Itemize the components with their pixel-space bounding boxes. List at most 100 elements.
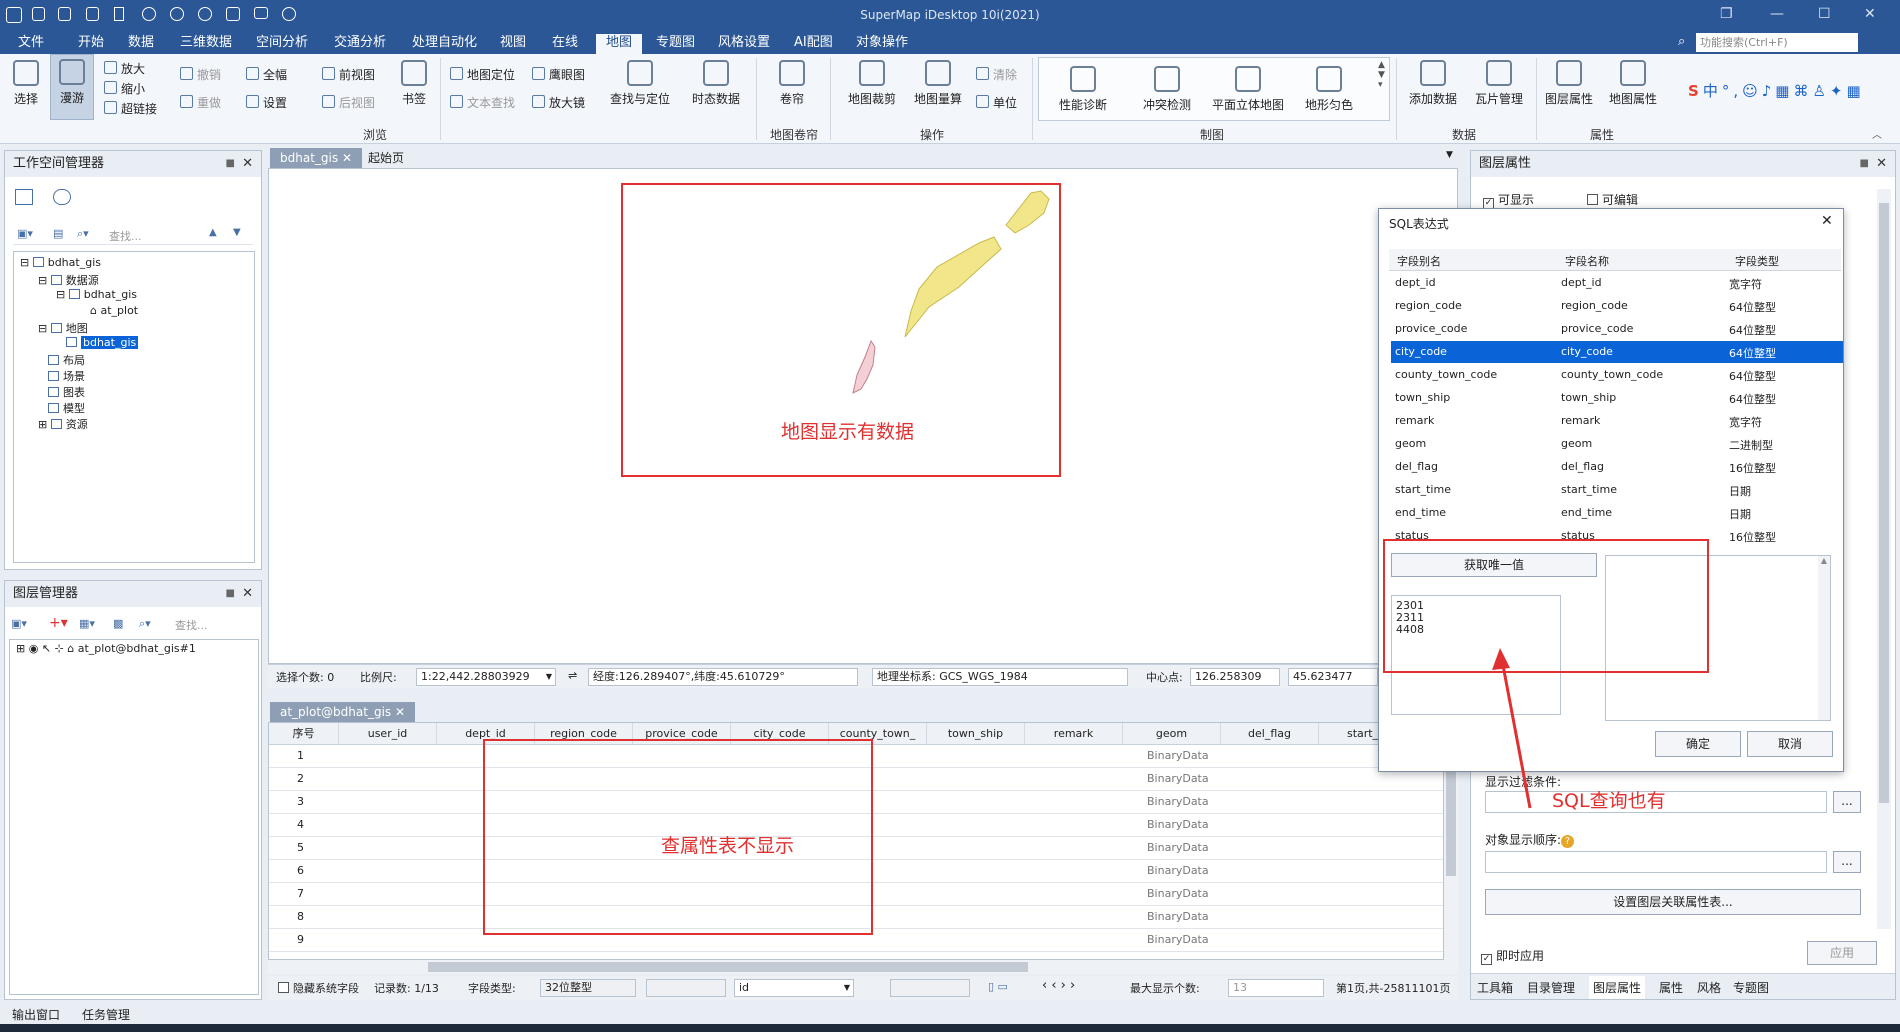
undo-button[interactable]: 撤销: [180, 66, 221, 83]
full-extent-button[interactable]: 全幅: [246, 66, 287, 83]
field-row[interactable]: del_flag del_flag 16位整型: [1391, 456, 1843, 478]
bookmark-button[interactable]: 书签: [392, 56, 436, 107]
field-row[interactable]: end_time end_time 日期: [1391, 502, 1843, 524]
menu-ai-map[interactable]: AI配图: [790, 34, 837, 54]
scale-select[interactable]: 1:22,442.28803929 ▼: [416, 668, 556, 686]
layer-open-icon[interactable]: ▣▾: [11, 617, 27, 630]
col-header-remark[interactable]: remark: [1025, 723, 1123, 745]
table-horizontal-scrollbar[interactable]: [268, 960, 1458, 974]
map-props-button[interactable]: 地图属性: [1602, 56, 1664, 107]
snap-icon[interactable]: ⊹: [55, 642, 64, 655]
tile-manage-button[interactable]: 瓦片管理: [1468, 56, 1530, 107]
coord-swap-icon[interactable]: ⇌: [568, 669, 577, 682]
help-icon[interactable]: ?: [1561, 835, 1575, 848]
field-row[interactable]: geom geom 二进制型: [1391, 433, 1843, 455]
layer-group-icon[interactable]: ▦▾: [79, 617, 95, 630]
search-icon[interactable]: ⌕▾: [139, 617, 151, 631]
tab-map[interactable]: bdhat_gis ✕: [270, 148, 362, 168]
maximize-icon[interactable]: ☐: [1818, 6, 1831, 22]
tab-menu-icon[interactable]: ▼: [1446, 150, 1453, 160]
tab-output-window[interactable]: 输出窗口: [12, 1006, 60, 1023]
find-locate-button[interactable]: 查找与定位: [604, 56, 676, 107]
function-search-input[interactable]: 功能搜索(Ctrl+F): [1696, 33, 1858, 52]
menu-online[interactable]: 在线: [548, 34, 582, 54]
dialog-close-icon[interactable]: ✕: [1821, 213, 1833, 229]
editable-checkbox[interactable]: 可编辑: [1587, 191, 1638, 208]
map-measure-button[interactable]: 地图量算: [908, 56, 968, 107]
field-row[interactable]: dept_id dept_id 宽字符: [1391, 272, 1843, 294]
col-header-geom[interactable]: geom: [1123, 723, 1221, 745]
save-icon[interactable]: ▤: [53, 227, 63, 240]
tab-toolbox[interactable]: 工具箱: [1477, 979, 1513, 996]
tree-models-node[interactable]: 模型: [48, 400, 85, 416]
menu-automation[interactable]: 处理自动化: [408, 34, 481, 54]
flat-3d-map-button[interactable]: 平面立体地图: [1206, 62, 1290, 113]
field-row[interactable]: provice_code provice_code 64位整型: [1391, 318, 1843, 340]
close-panel-icon[interactable]: ✕: [242, 581, 253, 607]
tab-properties[interactable]: 属性: [1659, 979, 1683, 996]
scroll-up-icon[interactable]: ▲: [209, 227, 217, 238]
tab-start-page[interactable]: 起始页: [358, 148, 414, 168]
tab-catalog[interactable]: 目录管理: [1527, 979, 1575, 996]
assoc-attr-table-button[interactable]: 设置图层关联属性表...: [1485, 889, 1861, 915]
panel-scrollbar[interactable]: [1877, 189, 1891, 929]
close-icon[interactable]: ✕: [1864, 6, 1876, 22]
center-y-input[interactable]: 45.623477: [1288, 668, 1378, 686]
menu-view[interactable]: 视图: [496, 34, 530, 54]
performance-diagnosis-button[interactable]: 性能诊断: [1050, 62, 1116, 113]
visible-checkbox[interactable]: ✓ 可显示: [1483, 191, 1534, 209]
field-row[interactable]: remark remark 宽字符: [1391, 410, 1843, 432]
workspace-search-input[interactable]: 查找...: [109, 228, 142, 244]
expand-icon[interactable]: ⊞: [16, 642, 25, 655]
magnifier-button[interactable]: 放大镜: [532, 94, 585, 111]
menu-spatial-analysis[interactable]: 空间分析: [252, 34, 312, 54]
collapse-ribbon-icon[interactable]: ︿: [1872, 126, 1882, 141]
menu-start[interactable]: 开始: [74, 34, 108, 54]
field-row[interactable]: region_code region_code 64位整型: [1391, 295, 1843, 317]
hyperlink-button[interactable]: 超链接: [104, 100, 157, 117]
menu-traffic-analysis[interactable]: 交通分析: [330, 34, 390, 54]
tree-map-node[interactable]: bdhat_gis: [66, 336, 139, 349]
tree-scenes-node[interactable]: 场景: [48, 368, 85, 384]
close-panel-icon[interactable]: ✕: [242, 151, 253, 177]
crs-readout[interactable]: 地理坐标系: GCS_WGS_1984: [872, 668, 1128, 686]
visible-eye-icon[interactable]: ◉: [29, 642, 39, 655]
menu-3d-data[interactable]: 三维数据: [176, 34, 236, 54]
field-row[interactable]: county_town_code county_town_code 64位整型: [1391, 364, 1843, 386]
open-icon[interactable]: ▣▾: [17, 227, 33, 240]
add-data-button[interactable]: 添加数据: [1402, 56, 1464, 107]
col-header-del-flag[interactable]: del_flag: [1221, 723, 1319, 745]
attribute-table[interactable]: 序号 user_id dept_id region_code provice_c…: [268, 722, 1444, 960]
tree-datasources-node[interactable]: ⊟ 数据源: [38, 272, 99, 288]
scroll-button[interactable]: 卷帘: [770, 56, 814, 107]
input-method-toolbar[interactable]: S中°,☺♪▦⌘♙✦▦: [1688, 80, 1898, 102]
map-clip-button[interactable]: 地图裁剪: [842, 56, 902, 107]
col-header-index[interactable]: 序号: [269, 723, 339, 745]
order-input[interactable]: [1485, 851, 1827, 873]
text-find-button[interactable]: 文本查找: [450, 94, 515, 111]
ok-button[interactable]: 确定: [1655, 731, 1741, 757]
scroll-down-icon[interactable]: ▼: [233, 227, 241, 238]
menu-style[interactable]: 风格设置: [714, 34, 774, 54]
menu-data[interactable]: 数据: [124, 34, 158, 54]
filter-browse-button[interactable]: ...: [1833, 791, 1861, 813]
close-panel-icon[interactable]: ✕: [1876, 151, 1887, 177]
tree-datasource-node[interactable]: ⊟ bdhat_gis: [56, 288, 137, 301]
minimize-icon[interactable]: —: [1770, 6, 1784, 22]
next-view-button[interactable]: 后视图: [322, 94, 375, 111]
expression-scrollbar[interactable]: ▲: [1818, 556, 1830, 720]
redo-button[interactable]: 重做: [180, 94, 221, 111]
tree-dataset-node[interactable]: ⌂ at_plot: [90, 304, 138, 317]
close-tab-icon[interactable]: ✕: [395, 705, 405, 719]
field-name-select[interactable]: id ▼: [734, 979, 854, 997]
menu-thematic[interactable]: 专题图: [652, 34, 699, 54]
pin-icon[interactable]: ■: [226, 151, 235, 177]
tree-workspace-node[interactable]: ⊟ bdhat_gis: [20, 256, 101, 269]
menu-object-ops[interactable]: 对象操作: [852, 34, 912, 54]
field-row-selected[interactable]: city_code city_code 64位整型: [1391, 341, 1843, 363]
restore-icon[interactable]: ❐: [1720, 6, 1733, 22]
tree-maps-node[interactable]: ⊟ 地图: [38, 320, 88, 336]
unit-button[interactable]: 单位: [976, 94, 1017, 111]
instant-apply-checkbox[interactable]: ✓ 即时应用: [1481, 947, 1544, 965]
selectable-icon[interactable]: ↖: [42, 642, 51, 655]
